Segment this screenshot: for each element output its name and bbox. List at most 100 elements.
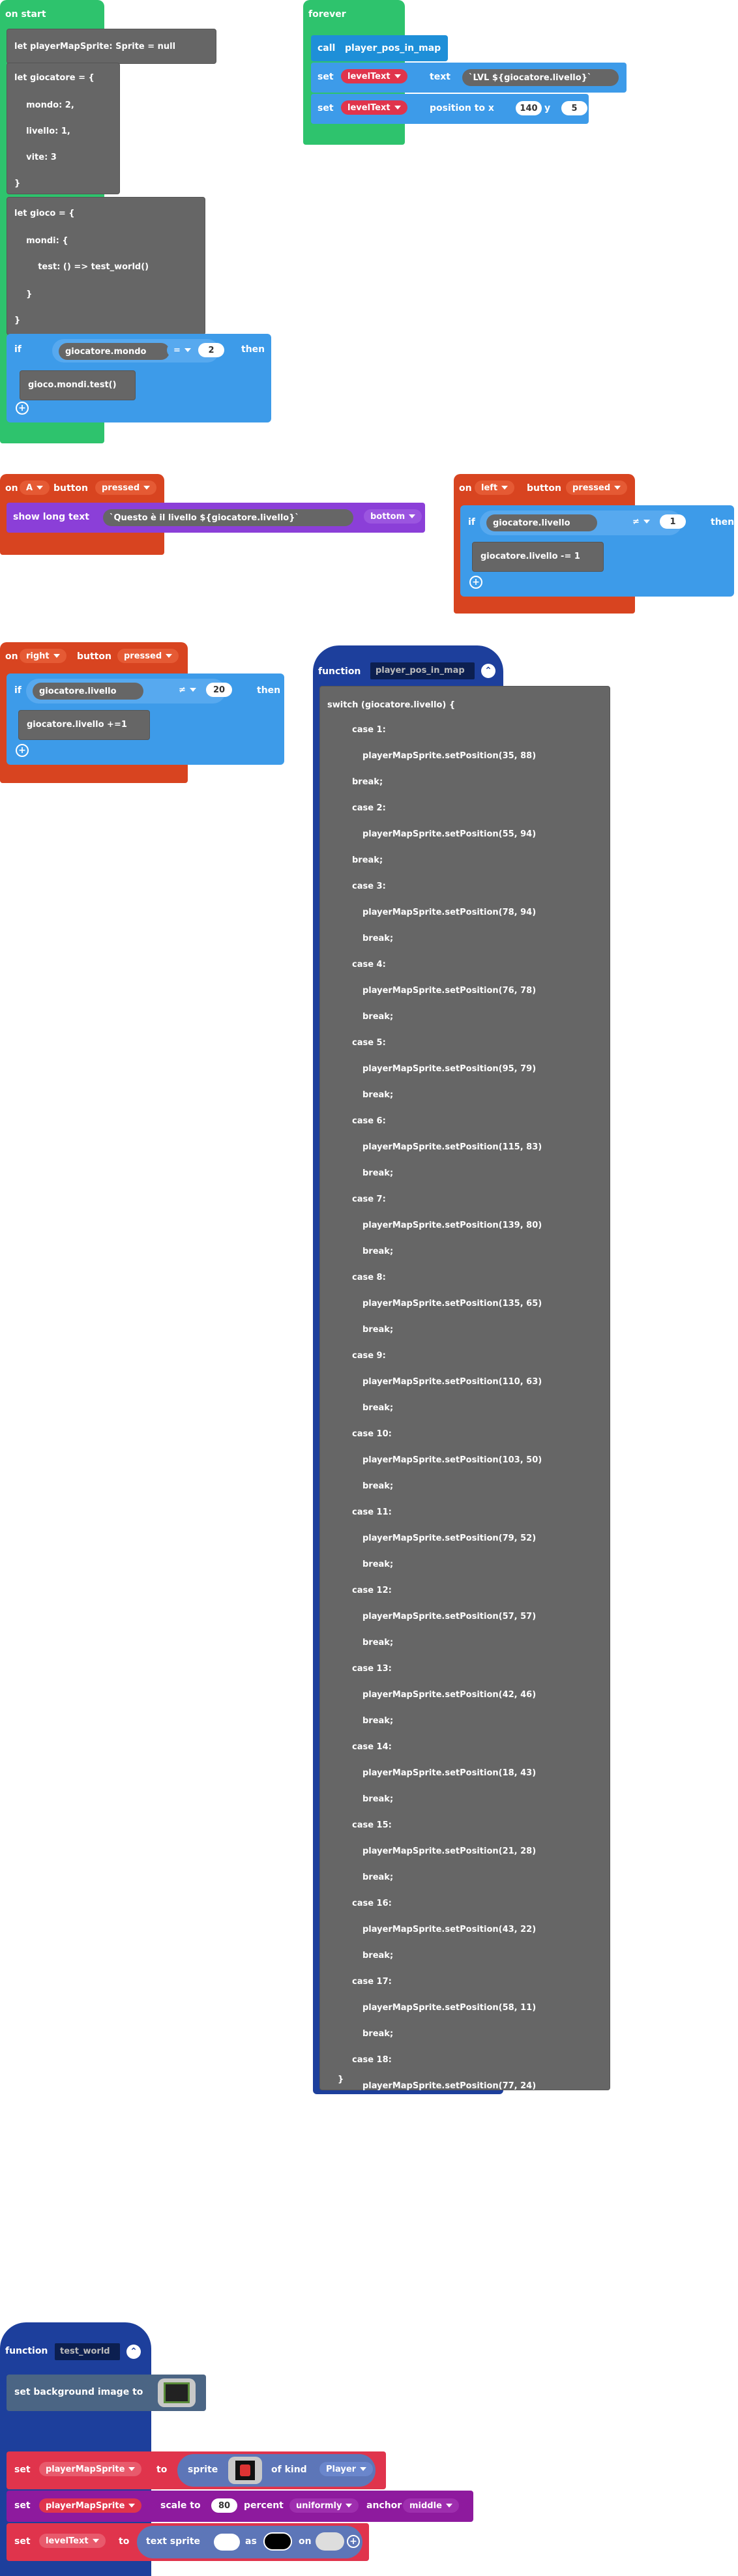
code-block-inner[interactable]: giocatore.livello +=1	[18, 710, 150, 740]
button-dropdown[interactable]: A	[20, 481, 50, 495]
case-break: break;	[362, 1403, 394, 1413]
show-long-text-block[interactable]: show long text `Questo è il livello ${gi…	[7, 503, 425, 533]
case-code: playerMapSprite.setPosition(78, 94)	[362, 908, 537, 917]
function-name-input[interactable]: test_world	[55, 2343, 120, 2360]
case-break: break;	[362, 1090, 394, 1100]
variable-dropdown[interactable]: levelText	[341, 69, 407, 83]
anchor-dropdown[interactable]: middle	[403, 2498, 459, 2513]
on-right-button-block[interactable]: on right button pressed if giocatore.liv…	[0, 642, 284, 783]
set-position-block[interactable]: set levelText position to x 140 y 5	[311, 94, 589, 124]
code-line: }	[14, 289, 33, 299]
on-a-button-block[interactable]: on A button pressed show long text `Ques…	[0, 474, 425, 555]
position-dropdown[interactable]: bottom	[364, 509, 422, 524]
if-block[interactable]: if giocatore.livello ≠ 20 then giocatore…	[7, 674, 284, 765]
set-label: set	[14, 2465, 31, 2475]
color-picker-black[interactable]	[263, 2532, 292, 2551]
value-input[interactable]: 1	[660, 514, 686, 529]
add-icon[interactable]: +	[469, 576, 482, 589]
event-dropdown[interactable]: pressed	[566, 481, 628, 495]
add-icon[interactable]: +	[347, 2535, 360, 2548]
add-icon[interactable]: +	[16, 402, 29, 415]
function-name-input[interactable]: player_pos_in_map	[370, 662, 475, 679]
kind-dropdown[interactable]: Player	[319, 2462, 374, 2476]
text-input[interactable]: `Questo è il livello ${giocatore.livello…	[103, 509, 353, 526]
operator-dropdown[interactable]: =	[167, 343, 198, 357]
scale-mode-dropdown[interactable]: uniformly	[289, 2498, 359, 2513]
variable-dropdown[interactable]: playerMapSprite	[39, 2462, 142, 2476]
chevron-down-icon	[128, 2504, 136, 2508]
on-label: on	[299, 2536, 312, 2547]
scale-input[interactable]: 80	[211, 2498, 237, 2513]
set-text-block[interactable]: set levelText text `LVL ${giocatore.live…	[311, 63, 627, 93]
event-dropdown[interactable]: pressed	[117, 649, 179, 663]
case-label: case 14:	[352, 1742, 392, 1752]
code-block-inner[interactable]: giocatore.livello -= 1	[472, 542, 604, 572]
chevron-down-icon	[346, 2504, 353, 2508]
property-label: text	[430, 72, 450, 82]
sprite-image-picker[interactable]	[228, 2457, 262, 2484]
case-code: playerMapSprite.setPosition(43, 22)	[362, 1925, 537, 1934]
case-label: case 2:	[352, 803, 386, 813]
button-dropdown[interactable]: right	[20, 649, 66, 663]
text-input[interactable]: `LVL ${giocatore.livello}`	[462, 69, 619, 86]
case-label: case 17:	[352, 1977, 392, 1987]
event-dropdown[interactable]: pressed	[95, 481, 157, 495]
image-picker[interactable]	[158, 2378, 196, 2407]
variable-dropdown[interactable]: levelText	[341, 100, 407, 115]
button-dropdown[interactable]: left	[475, 481, 515, 495]
on-label: on	[5, 483, 18, 494]
case-label: case 20:	[352, 2212, 392, 2221]
case-label: case 13:	[352, 1664, 392, 1674]
set-text-sprite-block[interactable]: set levelText to text sprite as on +	[7, 2523, 369, 2561]
on-label: on	[5, 651, 18, 662]
switch-close: }	[338, 2075, 344, 2084]
set-scale-block[interactable]: set playerMapSprite scale to 80 percent …	[7, 2491, 473, 2522]
collapse-icon[interactable]: ⌃	[481, 664, 495, 678]
case-break: break;	[362, 2264, 394, 2273]
case-break: break;	[352, 855, 383, 865]
button-label: button	[527, 483, 561, 494]
operator-dropdown[interactable]: ≠	[626, 514, 657, 529]
set-background-block[interactable]: set background image to	[7, 2375, 206, 2411]
set-label: set	[14, 2500, 31, 2511]
variable-dropdown[interactable]: levelText	[39, 2534, 106, 2548]
action-label: show long text	[13, 512, 89, 522]
anchor-label: anchor	[366, 2500, 402, 2511]
text-input[interactable]	[214, 2534, 240, 2551]
chevron-down-icon	[92, 2539, 99, 2543]
collapse-icon[interactable]: ⌃	[126, 2345, 141, 2359]
if-label: if	[14, 685, 22, 696]
variable-pill[interactable]: giocatore.mondo	[59, 343, 170, 360]
chevron-down-icon	[184, 348, 191, 352]
button-label: button	[53, 483, 88, 494]
switch-open: switch (giocatore.livello) {	[327, 700, 456, 710]
variable-dropdown[interactable]: playerMapSprite	[39, 2498, 142, 2513]
case-code: playerMapSprite.setPosition(58, 11)	[362, 2003, 537, 2013]
forever-label: forever	[308, 9, 346, 20]
if-block[interactable]: if giocatore.mondo = 2 then gioco.mondi.…	[7, 334, 271, 422]
case-break: break;	[362, 2029, 394, 2039]
value-input[interactable]: 20	[206, 683, 232, 697]
on-left-button-block[interactable]: on left button pressed if giocatore.live…	[454, 474, 734, 614]
value-input[interactable]: 2	[198, 343, 224, 357]
to-label: to	[156, 2465, 168, 2475]
set-sprite-block[interactable]: set playerMapSprite to sprite of kind Pl…	[7, 2451, 386, 2489]
on-start-block[interactable]: on start let playerMapSprite: Sprite = n…	[0, 0, 271, 443]
call-block[interactable]: call player_pos_in_map	[311, 35, 448, 61]
variable-pill[interactable]: giocatore.livello	[486, 514, 597, 531]
code-line: test: () => test_world()	[14, 262, 149, 272]
y-input[interactable]: 5	[561, 101, 587, 115]
chevron-down-icon	[394, 106, 401, 110]
variable-pill[interactable]: giocatore.livello	[33, 683, 143, 700]
add-icon[interactable]: +	[16, 744, 29, 757]
background-image-thumbnail-icon	[164, 2382, 190, 2403]
if-block[interactable]: if giocatore.livello ≠ 1 then giocatore.…	[460, 505, 734, 597]
code-line: vite: 3	[14, 153, 57, 162]
code-block-inner[interactable]: gioco.mondi.test()	[20, 370, 136, 400]
color-picker-background[interactable]	[316, 2532, 344, 2551]
case-code: playerMapSprite.setPosition(79, 52)	[362, 1533, 537, 1543]
forever-block[interactable]: forever call player_pos_in_map set level…	[303, 0, 627, 145]
then-label: then	[711, 517, 735, 527]
operator-dropdown[interactable]: ≠	[172, 683, 203, 697]
x-input[interactable]: 140	[516, 101, 542, 115]
